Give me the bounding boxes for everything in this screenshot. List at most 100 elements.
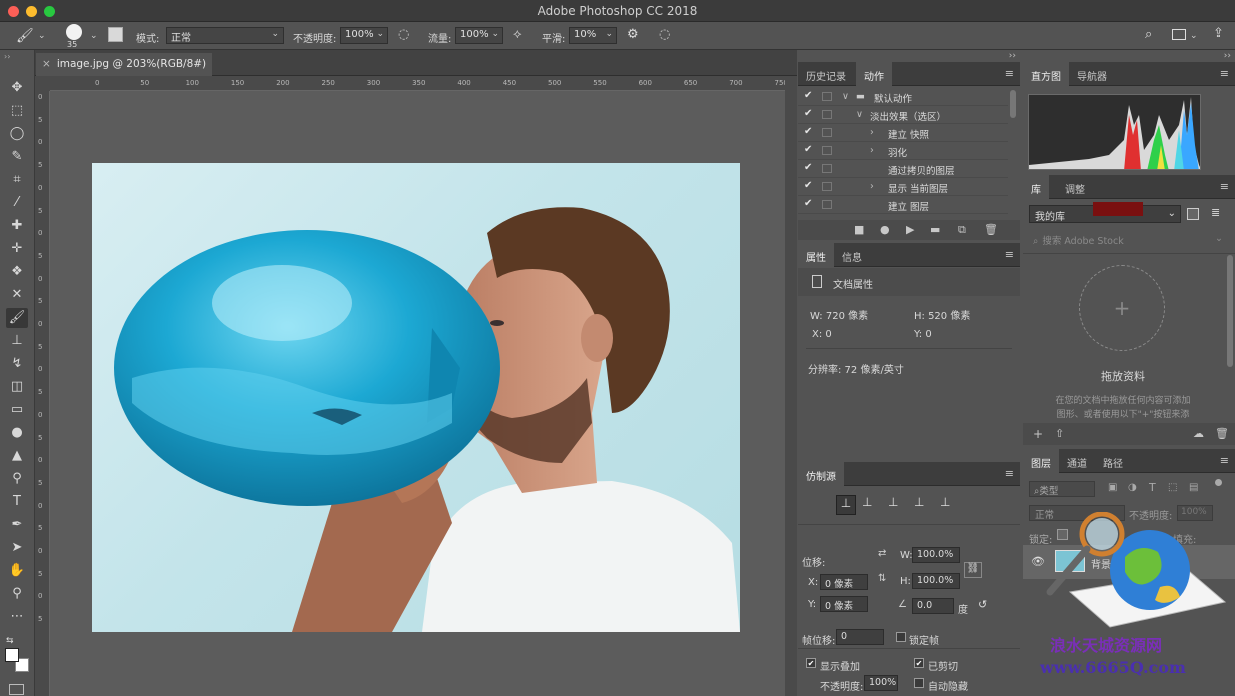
blur-tool-icon[interactable]: ●	[6, 423, 28, 443]
action-row[interactable]: ✔ › 建立 快照	[798, 124, 1008, 142]
dialog-toggle-box[interactable]	[822, 182, 832, 191]
healing-tool-icon[interactable]: ✚	[6, 216, 28, 236]
gradient-tool-icon[interactable]: ▭	[6, 400, 28, 420]
action-row[interactable]: ✔ 建立 图层	[798, 196, 1008, 214]
collapse-icon[interactable]: ››	[4, 52, 10, 61]
action-row[interactable]: ✔ ∨ ▬ 默认动作	[798, 88, 1008, 106]
foreground-color-swatch[interactable]	[5, 648, 19, 662]
check-icon[interactable]: ✔	[804, 198, 812, 209]
filter-pixel-icon[interactable]: ▣	[1108, 482, 1117, 493]
panel-menu-icon[interactable]: ≡	[1220, 180, 1229, 193]
expand-chevron-icon[interactable]: ∨	[842, 91, 849, 102]
scale-height-input[interactable]: 100.0%	[912, 573, 960, 589]
check-icon[interactable]: ✔	[804, 180, 812, 191]
grid-view-icon[interactable]	[1187, 208, 1199, 220]
panel-menu-icon[interactable]: ≡	[1005, 67, 1014, 80]
tab-clone-source[interactable]: 仿制源	[798, 462, 844, 486]
stop-icon[interactable]: ■	[854, 223, 864, 236]
panel-menu-icon[interactable]: ≡	[1005, 467, 1014, 480]
frame-offset-input[interactable]: 0	[836, 629, 884, 645]
new-action-icon[interactable]: ⧉	[958, 223, 966, 237]
document-tab[interactable]: × image.jpg @ 203%(RGB/8#)	[36, 53, 212, 76]
angle-input[interactable]: 0.0	[912, 598, 954, 614]
canvas-scrollbar[interactable]	[785, 76, 797, 696]
expand-chevron-icon[interactable]: ›	[870, 127, 874, 138]
offset-y-input[interactable]: 0 像素	[820, 596, 868, 612]
tab-library[interactable]: 库	[1023, 175, 1049, 199]
brush-tool-icon[interactable]: 🖌	[6, 308, 28, 328]
lock-frame-checkbox[interactable]	[896, 632, 906, 642]
expand-chevron-icon[interactable]: ›	[870, 181, 874, 192]
drop-target[interactable]: +	[1079, 265, 1165, 351]
crop-tool-icon[interactable]: ⌗	[6, 170, 28, 190]
type-tool-icon[interactable]: T	[6, 492, 28, 512]
panel-menu-icon[interactable]: ≡	[1005, 248, 1014, 261]
eyedropper-tool-icon[interactable]: ⁄	[6, 193, 28, 213]
dialog-toggle-box[interactable]	[822, 92, 832, 101]
expand-chevron-icon[interactable]: ›	[870, 145, 874, 156]
collapse-icon[interactable]: ››	[1224, 51, 1231, 61]
smoothing-input[interactable]: 10% ⌄	[569, 27, 617, 44]
layer-filter-select[interactable]: ⌕类型	[1029, 481, 1095, 497]
filter-adjust-icon[interactable]: ◑	[1128, 482, 1137, 493]
trash-icon[interactable]: 🗑	[1215, 427, 1229, 440]
dialog-toggle-box[interactable]	[822, 146, 832, 155]
record-icon[interactable]: ●	[880, 223, 890, 236]
clone-source-4-icon[interactable]: ⊥	[914, 495, 924, 509]
add-icon[interactable]: +	[1033, 427, 1043, 441]
brush-preset-icon[interactable]	[66, 24, 82, 40]
offset-x-input[interactable]: 0 像素	[820, 574, 868, 590]
dodge-tool-icon[interactable]: ⚲	[6, 469, 28, 489]
patch-tool-icon[interactable]: ❖	[6, 262, 28, 282]
content-move-tool-icon[interactable]: ✕	[6, 285, 28, 305]
collapse-icon[interactable]: ››	[1009, 51, 1016, 61]
chevron-down-icon[interactable]: ⌄	[1190, 31, 1198, 41]
lasso-tool-icon[interactable]: ◯	[6, 124, 28, 144]
mode-select[interactable]: 正常 ⌄	[166, 27, 284, 44]
pressure-size-icon[interactable]: ◌	[659, 27, 670, 42]
play-icon[interactable]: ▶	[906, 223, 914, 236]
folder-icon[interactable]: ▬	[930, 223, 940, 236]
action-row[interactable]: ✔ › 羽化	[798, 142, 1008, 160]
brush-panel-toggle-icon[interactable]	[108, 27, 123, 42]
flow-input[interactable]: 100% ⌄	[455, 27, 503, 44]
filter-toggle-icon[interactable]	[1215, 479, 1222, 486]
clipped-checkbox[interactable]: ✔	[914, 658, 924, 668]
link-icon[interactable]: ⛓	[964, 562, 982, 578]
sharpen-tool-icon[interactable]: ▲	[6, 446, 28, 466]
hand-tool-icon[interactable]: ✋	[6, 561, 28, 581]
brush-tool-icon[interactable]: 🖌	[16, 28, 34, 44]
bandage-tool-icon[interactable]: ✛	[6, 239, 28, 259]
reset-icon[interactable]: ↺	[978, 598, 987, 611]
show-overlay-checkbox[interactable]: ✔	[806, 658, 816, 668]
tab-history[interactable]: 历史记录	[798, 62, 854, 86]
clone-source-1-icon[interactable]: ⊥	[836, 495, 856, 515]
horizontal-ruler[interactable]: 0 50 100 150 200 250 300 350 400 450 500 550 600 650 7…	[50, 76, 788, 91]
tab-layers[interactable]: 图层	[1023, 449, 1059, 473]
clone-source-2-icon[interactable]: ⊥	[862, 495, 872, 509]
scale-width-input[interactable]: 100.0%	[912, 547, 960, 563]
auto-hide-checkbox[interactable]	[914, 678, 924, 688]
share-icon[interactable]: ⇪	[1213, 26, 1224, 41]
path-select-tool-icon[interactable]: ➤	[6, 538, 28, 558]
check-icon[interactable]: ✔	[804, 144, 812, 155]
check-icon[interactable]: ✔	[804, 162, 812, 173]
clone-source-5-icon[interactable]: ⊥	[940, 495, 950, 509]
move-tool-icon[interactable]: ✥	[6, 78, 28, 98]
cloud-sync-icon[interactable]: ☁	[1193, 427, 1204, 440]
close-icon[interactable]: ×	[42, 58, 51, 70]
quick-select-tool-icon[interactable]: ✎	[6, 147, 28, 167]
dialog-toggle-box[interactable]	[822, 164, 832, 173]
check-icon[interactable]: ✔	[804, 108, 812, 119]
panel-menu-icon[interactable]: ≡	[1220, 67, 1229, 80]
quick-mask-icon[interactable]	[9, 684, 24, 695]
overlay-opacity-input[interactable]: 100%	[864, 675, 898, 691]
marquee-tool-icon[interactable]: ⬚	[6, 101, 28, 121]
chevron-down-icon[interactable]: ⌄	[90, 31, 98, 41]
tab-actions[interactable]: 动作	[856, 62, 892, 86]
more-tools-icon[interactable]: ⋯	[6, 607, 28, 627]
flip-horizontal-icon[interactable]: ⇄	[878, 548, 886, 559]
upload-icon[interactable]: ⇧	[1055, 427, 1064, 440]
tab-channels[interactable]: 通道	[1059, 449, 1095, 473]
clone-source-3-icon[interactable]: ⊥	[888, 495, 898, 509]
